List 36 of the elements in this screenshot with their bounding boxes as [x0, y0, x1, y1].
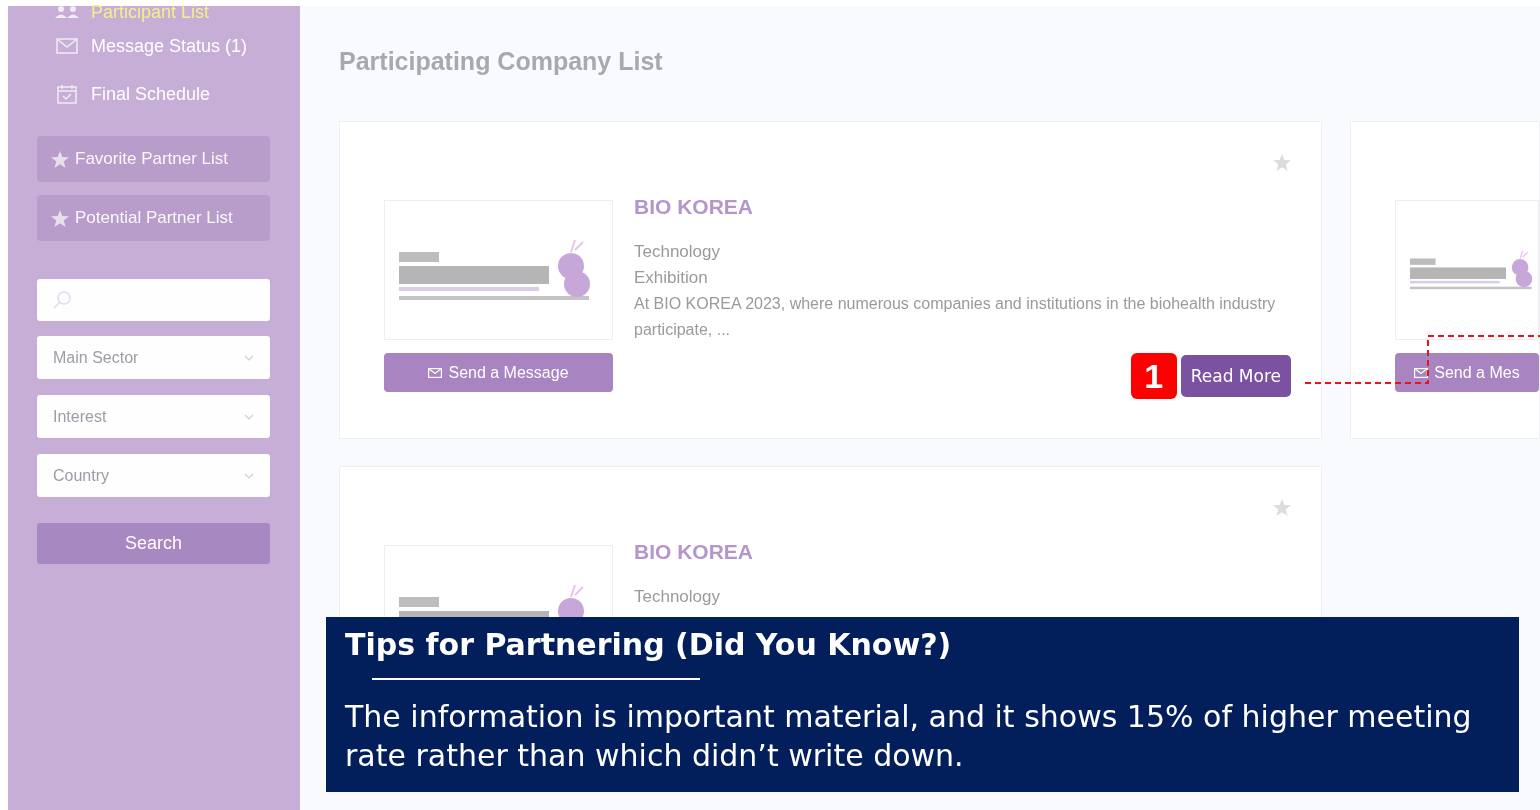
search-icon — [53, 291, 71, 309]
dropdown-field[interactable]: Main Sector — [37, 336, 270, 379]
people-icon — [55, 6, 79, 18]
envelope-icon — [1414, 367, 1429, 378]
tip-text: The information is important material, and it shows 15% of higher meeting rate rather than which didn’t write down. — [345, 698, 1473, 775]
chevron-down-icon — [244, 354, 254, 361]
page-title: Participating Company List — [339, 46, 664, 76]
company-description: At BIO KOREA 2023, where numerous companies and institutions in the biohealth industry participate, ... — [634, 294, 1277, 340]
envelope-icon — [428, 367, 443, 378]
partner-list-button[interactable]: Potential Partner List — [37, 195, 270, 241]
send-message-button[interactable]: Send a Mes — [1395, 353, 1539, 392]
sidebar-item[interactable]: Participant List — [37, 2, 270, 22]
chevron-down-icon — [244, 413, 254, 420]
tip-title: Tips for Partnering (Did You Know?) — [345, 626, 953, 664]
search-field[interactable] — [37, 279, 270, 321]
dropdown-field[interactable]: Interest — [37, 395, 270, 438]
chevron-down-icon — [244, 472, 254, 479]
category-text: Technology — [634, 241, 721, 263]
callout-number: 1 — [1130, 353, 1177, 399]
dropdown-field[interactable]: Country — [37, 454, 270, 497]
star-icon — [51, 150, 69, 168]
category-text: Technology — [634, 586, 721, 608]
company-name[interactable]: BIO KOREA — [634, 540, 753, 564]
read-more-button[interactable]: Read More — [1180, 355, 1291, 397]
company-name[interactable]: BIO KOREA — [634, 195, 753, 219]
envelope-icon — [55, 38, 79, 54]
star-icon — [51, 209, 69, 227]
send-message-button[interactable]: Send a Message — [384, 353, 613, 392]
partner-list-button[interactable]: Favorite Partner List — [37, 136, 270, 182]
calendar-icon — [55, 84, 79, 104]
sidebar-item[interactable]: Message Status (1) — [37, 22, 270, 70]
favorite-star-icon[interactable] — [1273, 499, 1291, 516]
favorite-star-icon[interactable] — [1273, 154, 1291, 171]
search-button[interactable]: Search — [37, 523, 270, 564]
category-text: Exhibition — [634, 267, 709, 289]
sidebar-item[interactable]: Final Schedule — [37, 70, 270, 118]
